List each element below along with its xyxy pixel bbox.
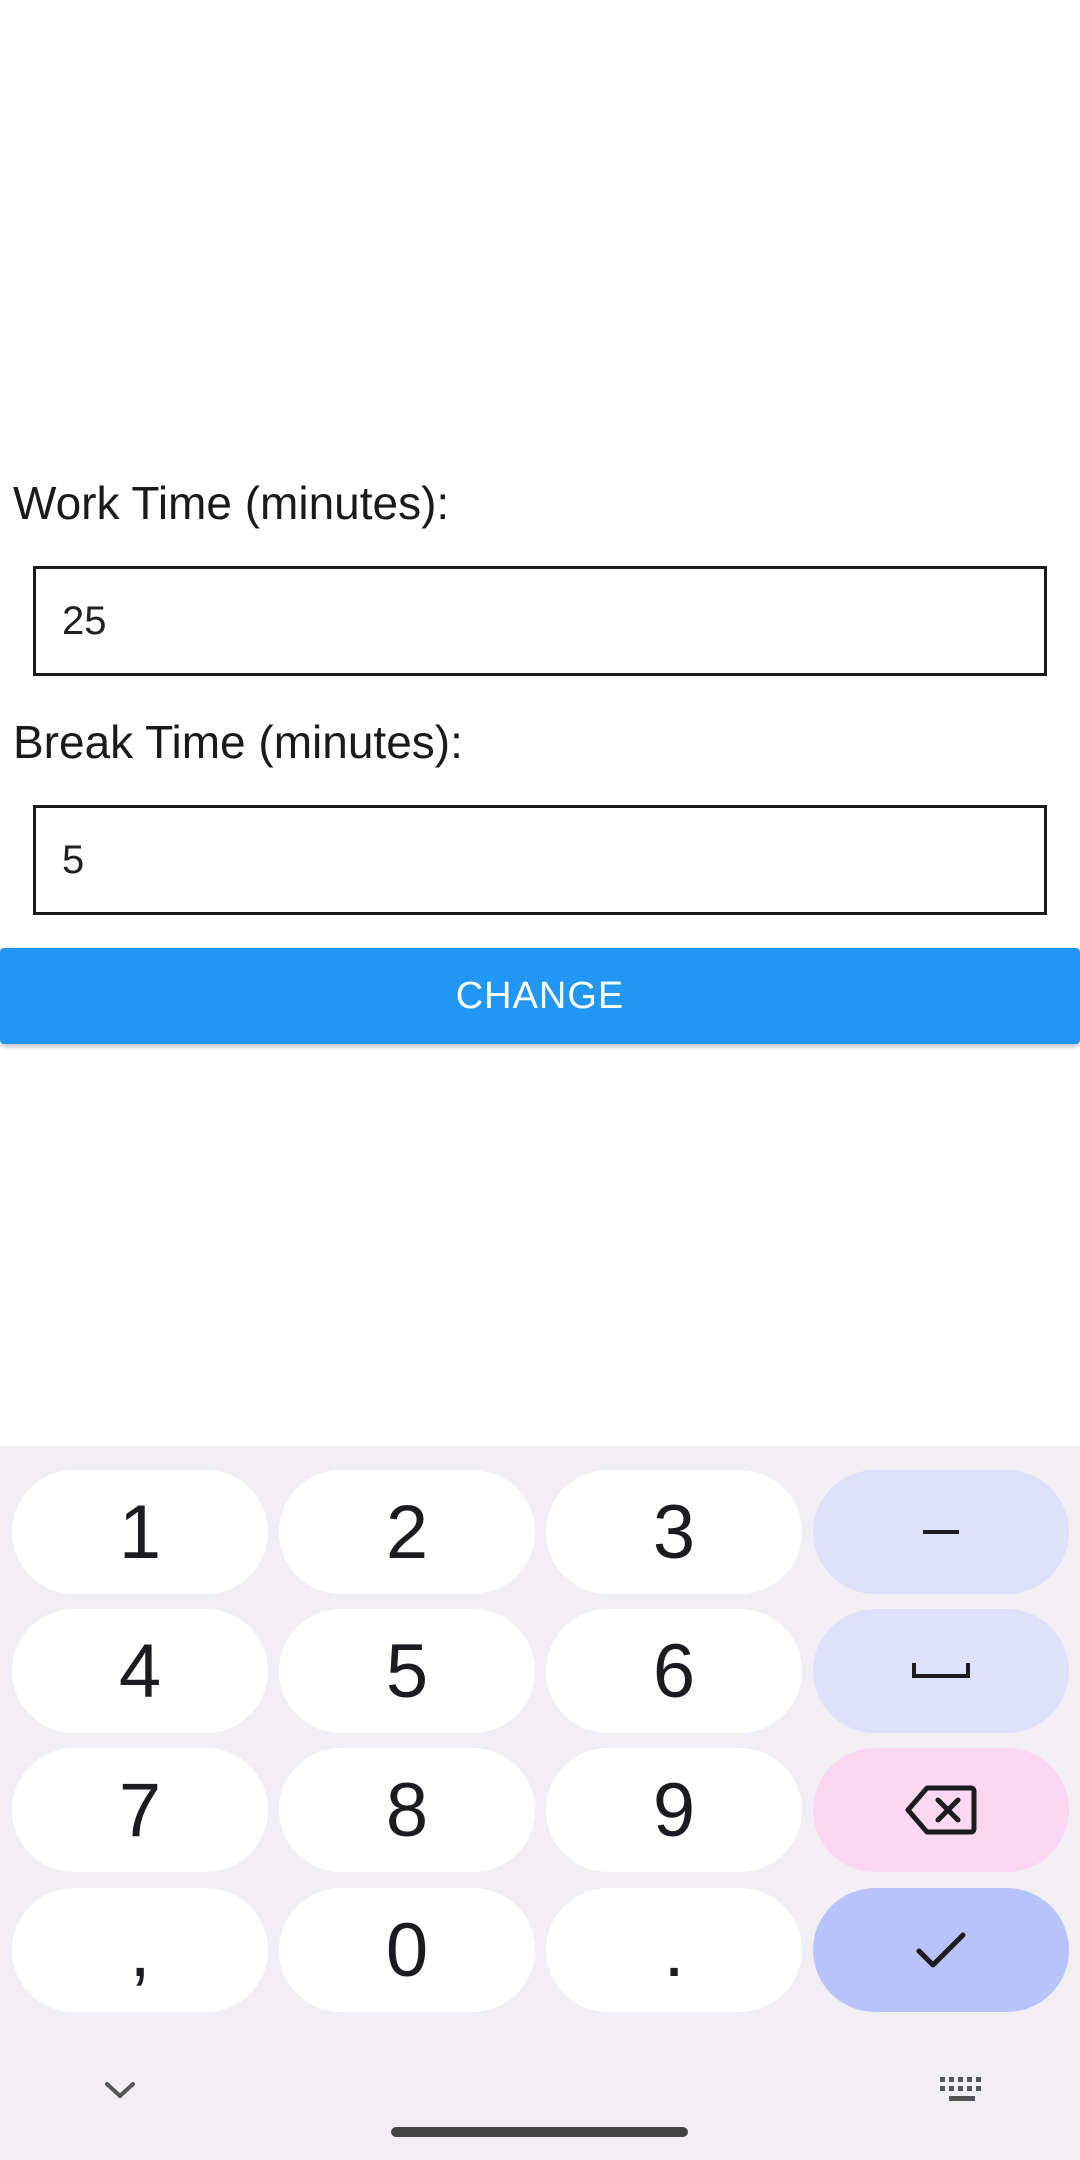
key-5[interactable]: 5 xyxy=(279,1609,535,1733)
work-time-value: 25 xyxy=(62,598,107,643)
key-8[interactable]: 8 xyxy=(279,1748,535,1872)
minus-icon xyxy=(923,1530,959,1534)
key-7[interactable]: 7 xyxy=(12,1748,268,1872)
gesture-navigation-bar[interactable] xyxy=(391,2127,688,2137)
key-3[interactable]: 3 xyxy=(546,1470,802,1594)
key-2[interactable]: 2 xyxy=(279,1470,535,1594)
key-backspace[interactable] xyxy=(813,1748,1069,1872)
work-time-label: Work Time (minutes): xyxy=(13,477,450,529)
key-9[interactable]: 9 xyxy=(546,1748,802,1872)
space-icon xyxy=(912,1663,970,1678)
key-4[interactable]: 4 xyxy=(12,1609,268,1733)
key-period[interactable]: . xyxy=(546,1888,802,2012)
check-icon xyxy=(916,1932,966,1968)
work-time-input[interactable]: 25 xyxy=(33,566,1047,676)
app-screen: Work Time (minutes): 25 Break Time (minu… xyxy=(0,0,1080,2160)
key-comma[interactable]: , xyxy=(12,1888,268,2012)
keyboard-icon xyxy=(940,2077,981,2101)
break-time-label: Break Time (minutes): xyxy=(13,716,463,768)
numeric-keyboard: 1 2 3 4 5 6 7 8 9 , 0 . xyxy=(0,1446,1080,2160)
key-0[interactable]: 0 xyxy=(279,1888,535,2012)
backspace-icon xyxy=(905,1785,977,1835)
change-button[interactable]: CHANGE xyxy=(0,948,1080,1044)
key-6[interactable]: 6 xyxy=(546,1609,802,1733)
chevron-down-icon xyxy=(105,2082,135,2098)
key-1[interactable]: 1 xyxy=(12,1470,268,1594)
key-space[interactable] xyxy=(813,1609,1069,1733)
hide-keyboard-button[interactable] xyxy=(90,2060,150,2120)
key-minus[interactable] xyxy=(813,1470,1069,1594)
key-done[interactable] xyxy=(813,1888,1069,2012)
break-time-value: 5 xyxy=(62,837,85,882)
switch-keyboard-button[interactable] xyxy=(932,2060,992,2120)
break-time-input[interactable]: 5 xyxy=(33,805,1047,915)
